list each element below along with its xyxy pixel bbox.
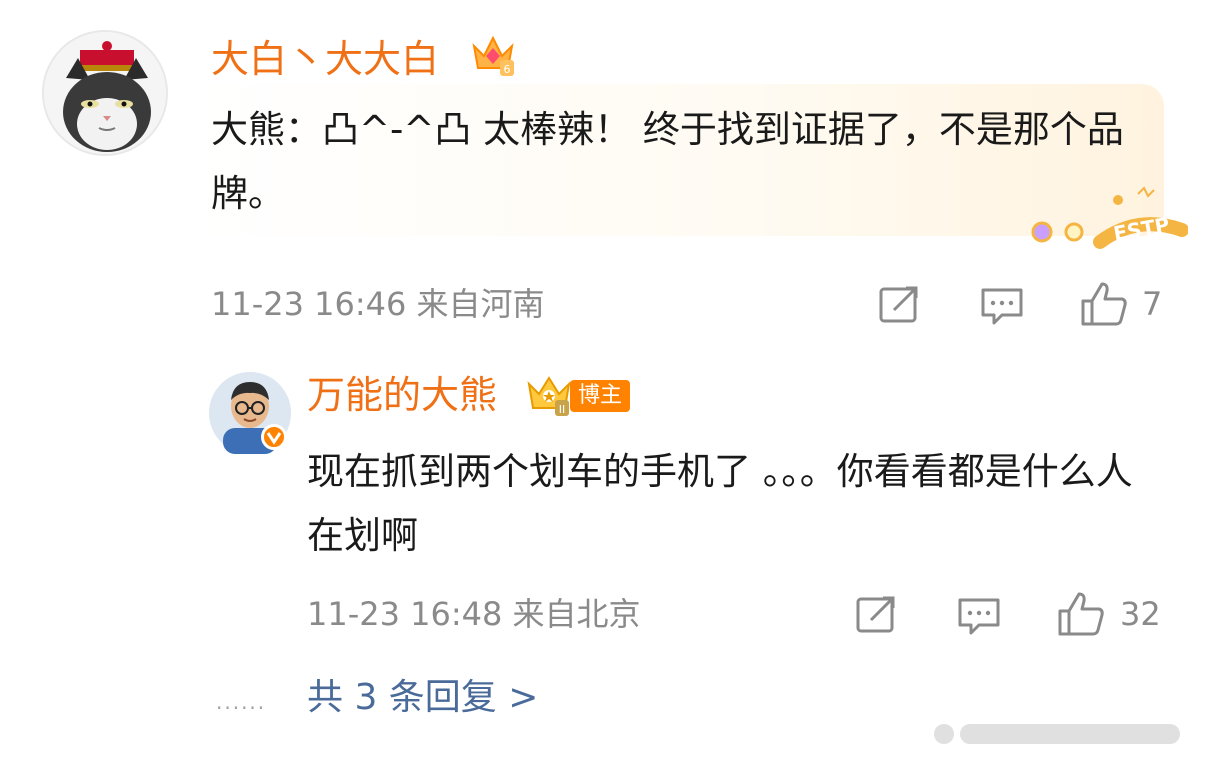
mbti-label: ESTP <box>1112 212 1172 245</box>
more-dots: ...... <box>216 690 267 714</box>
comment-thread: 大白丶大大白 6 大熊：凸^-^凸 太棒辣！ 终于找到证据了，不是那个品牌。 E… <box>0 0 1206 757</box>
view-replies-link[interactable]: 共 3 条回复 > <box>307 680 538 716</box>
share-icon[interactable] <box>855 594 899 638</box>
crown-level: II <box>559 403 566 416</box>
reply-text: 现在抓到两个划车的手机了 。。。你看看都是什么人在划啊 <box>307 450 1133 557</box>
avatar-bear[interactable] <box>209 372 291 454</box>
comment-meta: 11-23 16:46 来自河南 <box>211 288 545 320</box>
blogger-tag: 博主 <box>570 380 631 412</box>
share-icon[interactable] <box>878 284 922 328</box>
reply-username[interactable]: 万能的大熊 <box>307 376 497 414</box>
comment-icon[interactable] <box>980 286 1024 330</box>
like-icon[interactable] <box>1080 281 1128 331</box>
comment-timestamp: 11-23 16:46 <box>211 285 407 323</box>
comment-location: 来自河南 <box>416 285 545 323</box>
reply-meta: 11-23 16:48 来自北京 <box>307 598 641 630</box>
like-icon[interactable] <box>1057 591 1105 641</box>
comment-username[interactable]: 大白丶大大白 <box>211 40 439 78</box>
crown-vip-icon: II <box>525 374 573 422</box>
mbti-badge-icon: ESTP <box>1018 186 1189 256</box>
reply-timestamp: 11-23 16:48 <box>307 595 503 633</box>
level-number: 6 <box>504 63 511 76</box>
watermark-logo <box>930 712 1190 756</box>
verified-icon <box>261 424 287 450</box>
reply-location: 来自北京 <box>512 595 641 633</box>
comment-icon[interactable] <box>957 596 1001 640</box>
crown-level-icon: 6 <box>470 34 516 82</box>
like-count: 7 <box>1142 285 1163 323</box>
like-count: 32 <box>1120 595 1161 633</box>
avatar-cat[interactable] <box>42 30 168 156</box>
comment-text: 大熊：凸^-^凸 太棒辣！ 终于找到证据了，不是那个品牌。 <box>211 108 1124 215</box>
cat-avatar-image <box>44 32 166 154</box>
